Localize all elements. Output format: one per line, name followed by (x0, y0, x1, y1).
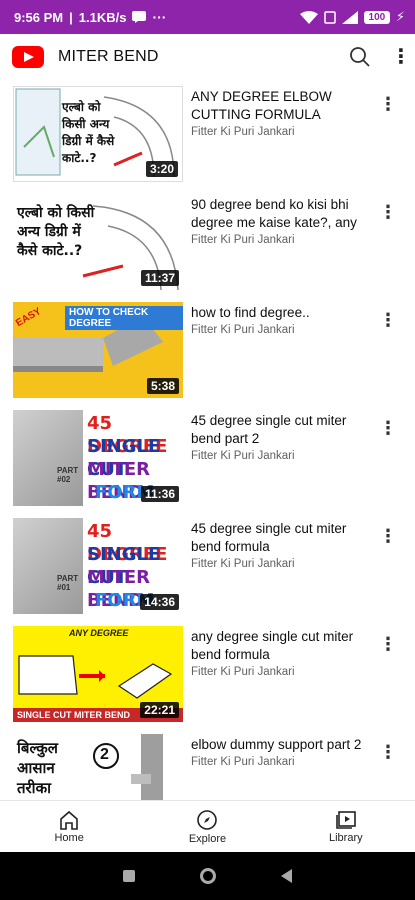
library-icon (336, 810, 356, 829)
channel-name[interactable]: Fitter Ki Puri Jankari (191, 666, 371, 678)
status-time: 9:56 PM (14, 9, 64, 25)
video-title[interactable]: 45 degree single cut miter bend formula (191, 520, 371, 556)
nav-label: Home (54, 831, 84, 844)
video-item[interactable]: PART #01 45 DEGREE SINGLE CUT MITER BEND… (0, 512, 415, 620)
nav-label: Library (329, 831, 363, 844)
wifi-icon (299, 10, 318, 24)
system-navigation-bar (0, 852, 415, 900)
video-title[interactable]: elbow dummy support part 2 (191, 736, 371, 754)
pipe-photo (13, 410, 83, 506)
video-more-icon[interactable]: ⋮ (379, 526, 397, 547)
status-speed: 1.1KB/s (78, 9, 127, 25)
home-button-icon[interactable] (199, 868, 216, 884)
video-duration: 11:36 (140, 486, 179, 502)
video-list: एल्बो को किसी अन्य डिग्री में कैसे काटे.… (0, 80, 415, 800)
video-more-icon[interactable]: ⋮ (379, 742, 397, 763)
thumbnail-text: एल्बो को किसी अन्य डिग्री में कैसे काटे.… (17, 205, 95, 259)
bottom-navigation: Home Explore Library (0, 800, 415, 852)
video-thumbnail[interactable]: ANY DEGREE SINGLE CUT MITER BEND 22:21 (13, 626, 183, 722)
compass-icon (197, 809, 218, 830)
thumbnail-top-text: ANY DEGREE (69, 628, 129, 638)
channel-name[interactable]: Fitter Ki Puri Jankari (191, 324, 371, 336)
video-thumbnail[interactable]: HOW TO CHECK DEGREE EASY 5:38 (13, 302, 183, 398)
youtube-logo-icon[interactable] (12, 46, 44, 68)
video-duration: 3:20 (145, 161, 178, 177)
part-label: PART #02 (57, 466, 79, 484)
video-item[interactable]: PART #02 45 DEGREE SINGLE CUT MITER BEND… (0, 404, 415, 512)
battery-icon: 100 (363, 10, 390, 24)
nav-home[interactable]: Home (0, 801, 138, 852)
pipe-photo (13, 518, 83, 614)
video-item[interactable]: ANY DEGREE SINGLE CUT MITER BEND 22:21 a… (0, 620, 415, 728)
channel-name[interactable]: Fitter Ki Puri Jankari (191, 558, 371, 570)
video-more-icon[interactable]: ⋮ (379, 202, 397, 223)
thumbnail-banner: HOW TO CHECK DEGREE (65, 306, 183, 330)
video-title[interactable]: how to find degree.. (191, 304, 371, 322)
nav-label: Explore (188, 832, 227, 845)
thumbnail-number: 2 (100, 746, 109, 763)
channel-name[interactable]: Fitter Ki Puri Jankari (191, 450, 371, 462)
video-more-icon[interactable]: ⋮ (379, 418, 397, 439)
video-item[interactable]: बिल्कुल आसान तरीका 2 elbow dummy support… (0, 728, 415, 800)
video-title[interactable]: any degree single cut miter bend formula (191, 628, 371, 664)
nav-library[interactable]: Library (277, 801, 415, 852)
video-thumbnail[interactable]: PART #02 45 DEGREE SINGLE CUT MITER BEND… (13, 410, 183, 506)
video-duration: 14:36 (140, 594, 179, 610)
part-label: PART #01 (57, 574, 79, 592)
video-item[interactable]: HOW TO CHECK DEGREE EASY 5:38 how to fin… (0, 296, 415, 404)
video-title[interactable]: 45 degree single cut miter bend part 2 (191, 412, 371, 448)
sim-icon (324, 10, 336, 24)
search-icon[interactable] (349, 46, 371, 68)
app-bar: MITER BEND ⋮ (0, 34, 415, 80)
video-more-icon[interactable]: ⋮ (379, 634, 397, 655)
more-notifications-icon: ··· (152, 9, 167, 25)
video-more-icon[interactable]: ⋮ (379, 94, 397, 115)
video-title[interactable]: ANY DEGREE ELBOW CUTTING FORMULA (191, 88, 371, 124)
video-thumbnail[interactable]: एल्बो को किसी अन्य डिग्री में कैसे काटे.… (13, 194, 183, 290)
page-title: MITER BEND (58, 48, 159, 65)
video-duration: 5:38 (146, 378, 179, 394)
more-vert-icon[interactable]: ⋮ (391, 47, 411, 67)
video-duration: 11:37 (140, 270, 179, 286)
channel-name[interactable]: Fitter Ki Puri Jankari (191, 234, 371, 246)
back-icon[interactable] (281, 869, 293, 883)
video-duration: 22:21 (140, 702, 179, 718)
thumbnail-text: एल्बो को किसी अन्य डिग्री में कैसे काटे.… (62, 100, 115, 165)
home-icon (60, 810, 78, 830)
recents-icon[interactable] (122, 870, 135, 882)
video-item[interactable]: एल्बो को किसी अन्य डिग्री में कैसे काटे.… (0, 188, 415, 296)
channel-name[interactable]: Fitter Ki Puri Jankari (191, 126, 371, 138)
charging-icon: ⚡ (395, 9, 405, 24)
signal-icon (341, 10, 358, 24)
video-thumbnail[interactable]: PART #01 45 DEGREE SINGLE CUT MITER BEND… (13, 518, 183, 614)
video-thumbnail[interactable]: बिल्कुल आसान तरीका 2 (13, 734, 183, 800)
video-more-icon[interactable]: ⋮ (379, 310, 397, 331)
channel-name[interactable]: Fitter Ki Puri Jankari (191, 756, 371, 768)
video-title[interactable]: 90 degree bend ko kisi bhi degree me kai… (191, 196, 371, 232)
message-icon (132, 11, 147, 23)
video-thumbnail[interactable]: एल्बो को किसी अन्य डिग्री में कैसे काटे.… (13, 86, 183, 182)
status-bar: 9:56 PM | 1.1KB/s ··· 100 ⚡ (0, 0, 415, 34)
nav-explore[interactable]: Explore (138, 801, 276, 852)
video-item[interactable]: एल्बो को किसी अन्य डिग्री में कैसे काटे.… (0, 80, 415, 188)
thumbnail-text: बिल्कुल आसान तरीका (17, 739, 58, 797)
